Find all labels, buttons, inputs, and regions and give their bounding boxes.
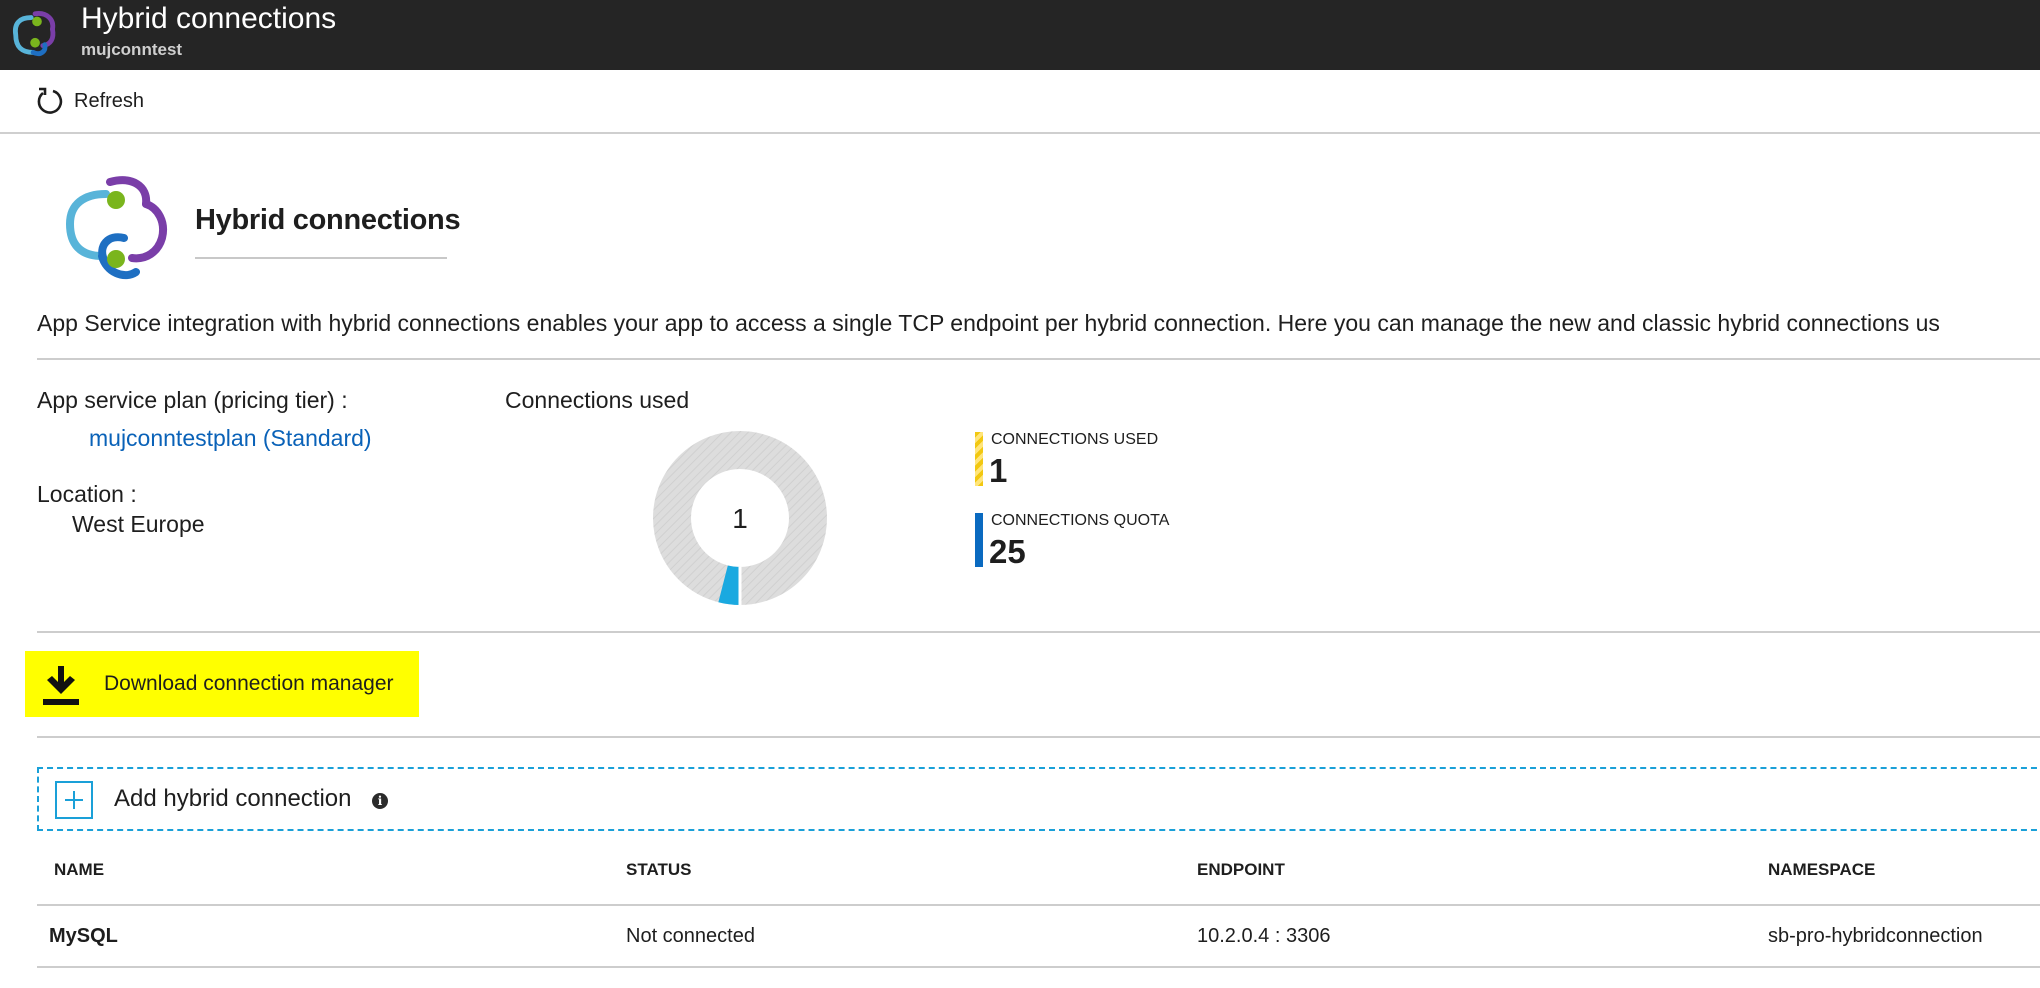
divider [37, 358, 2040, 360]
column-header-namespace[interactable]: NAMESPACE [1768, 860, 1875, 880]
location-value: West Europe [72, 511, 205, 537]
blade-subtitle: mujconntest [81, 40, 183, 59]
info-icon[interactable]: i [372, 793, 388, 809]
legend-used-swatch [975, 432, 983, 486]
download-icon [43, 666, 79, 705]
title-underline [195, 257, 447, 259]
add-hybrid-connection-button[interactable]: Add hybrid connection i [37, 767, 2040, 831]
connections-chart-title: Connections used [505, 387, 690, 413]
plan-link[interactable]: mujconntestplan (Standard) [89, 425, 372, 452]
blade-title: Hybrid connections [81, 2, 337, 35]
divider [37, 631, 2040, 633]
location-label: Location : [37, 481, 137, 507]
page-description: App Service integration with hybrid conn… [37, 310, 1940, 336]
plan-label: App service plan (pricing tier) : [37, 387, 348, 413]
legend-quota-swatch [975, 513, 983, 567]
table-row[interactable] [37, 906, 2040, 968]
cell-namespace: sb-pro-hybridconnection [1768, 925, 1983, 947]
legend-used-label: CONNECTIONS USED [991, 431, 1159, 448]
column-header-endpoint[interactable]: ENDPOINT [1197, 860, 1285, 880]
refresh-icon [37, 87, 63, 114]
blade-header: Hybrid connections mujconntest [0, 0, 2040, 70]
add-hybrid-connection-label: Add hybrid connection [114, 785, 352, 812]
column-header-status[interactable]: STATUS [626, 860, 691, 880]
divider [37, 736, 2040, 738]
download-label: Download connection manager [104, 672, 394, 695]
column-header-name[interactable]: NAME [54, 860, 104, 880]
legend-used-value: 1 [989, 452, 1008, 489]
table-row-divider [37, 966, 2040, 968]
page-title: Hybrid connections [195, 204, 461, 236]
donut-used-segment [718, 565, 741, 605]
refresh-button[interactable]: Refresh [34, 83, 144, 119]
cell-name[interactable]: MySQL [49, 925, 118, 948]
connections-donut-chart: 1 [653, 431, 827, 605]
donut-center-value: 1 [732, 503, 748, 534]
command-bar: Refresh [0, 70, 2040, 134]
hybrid-connections-logo-icon [65, 176, 167, 280]
legend-quota-value: 25 [989, 533, 1026, 570]
hybrid-connections-logo-icon [12, 11, 56, 57]
cell-status: Not connected [626, 925, 755, 947]
refresh-label: Refresh [74, 89, 145, 112]
cell-endpoint: 10.2.0.4 : 3306 [1197, 925, 1331, 947]
legend-quota-label: CONNECTIONS QUOTA [991, 512, 1170, 529]
download-connection-manager-button[interactable]: Download connection manager [25, 651, 419, 717]
app-window: Hybrid connections mujconntest Refresh H… [0, 0, 2040, 988]
plus-icon [55, 781, 93, 819]
